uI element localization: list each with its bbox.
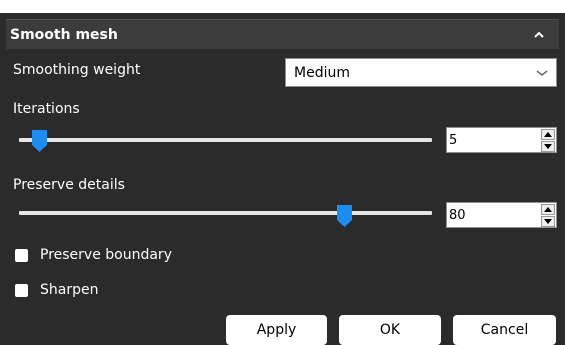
preserve-details-slider-track[interactable] <box>19 211 432 215</box>
chevron-down-icon <box>536 65 548 81</box>
panel-title: Smooth mesh <box>10 26 118 43</box>
preserve-boundary-checkbox-row[interactable]: Preserve boundary <box>15 247 172 263</box>
preserve-boundary-label: Preserve boundary <box>40 247 172 263</box>
triangle-down-icon <box>544 218 552 224</box>
preserve-details-slider-thumb[interactable] <box>337 205 352 227</box>
iterations-value[interactable]: 5 <box>447 133 541 148</box>
chevron-up-icon[interactable] <box>531 27 547 43</box>
iterations-spinbox[interactable]: 5 <box>446 127 557 153</box>
iterations-label: Iterations <box>13 101 80 117</box>
iterations-increment-button[interactable] <box>541 128 555 140</box>
window-top-edge <box>0 0 565 13</box>
triangle-up-icon <box>544 206 552 212</box>
iterations-decrement-button[interactable] <box>541 140 555 152</box>
smoothing-weight-dropdown[interactable]: Medium <box>285 58 557 87</box>
iterations-slider-thumb[interactable] <box>32 130 47 152</box>
smoothing-weight-label: Smoothing weight <box>13 62 141 78</box>
preserve-details-increment-button[interactable] <box>541 203 555 215</box>
sharpen-checkbox-row[interactable]: Sharpen <box>15 282 98 298</box>
iterations-slider-track[interactable] <box>19 138 432 142</box>
sharpen-label: Sharpen <box>40 282 99 298</box>
triangle-up-icon <box>544 131 552 137</box>
smoothing-weight-value: Medium <box>294 64 350 81</box>
panel-header[interactable]: Smooth mesh <box>6 19 559 49</box>
preserve-details-label: Preserve details <box>13 177 125 193</box>
preserve-details-spinbox[interactable]: 80 <box>446 202 557 228</box>
preserve-boundary-checkbox[interactable] <box>15 248 28 262</box>
preserve-details-value[interactable]: 80 <box>447 208 541 223</box>
smooth-mesh-panel: Smooth mesh Smoothing weight Medium Iter… <box>0 0 565 345</box>
triangle-down-icon <box>544 143 552 149</box>
preserve-details-decrement-button[interactable] <box>541 215 555 227</box>
sharpen-checkbox[interactable] <box>15 283 28 297</box>
